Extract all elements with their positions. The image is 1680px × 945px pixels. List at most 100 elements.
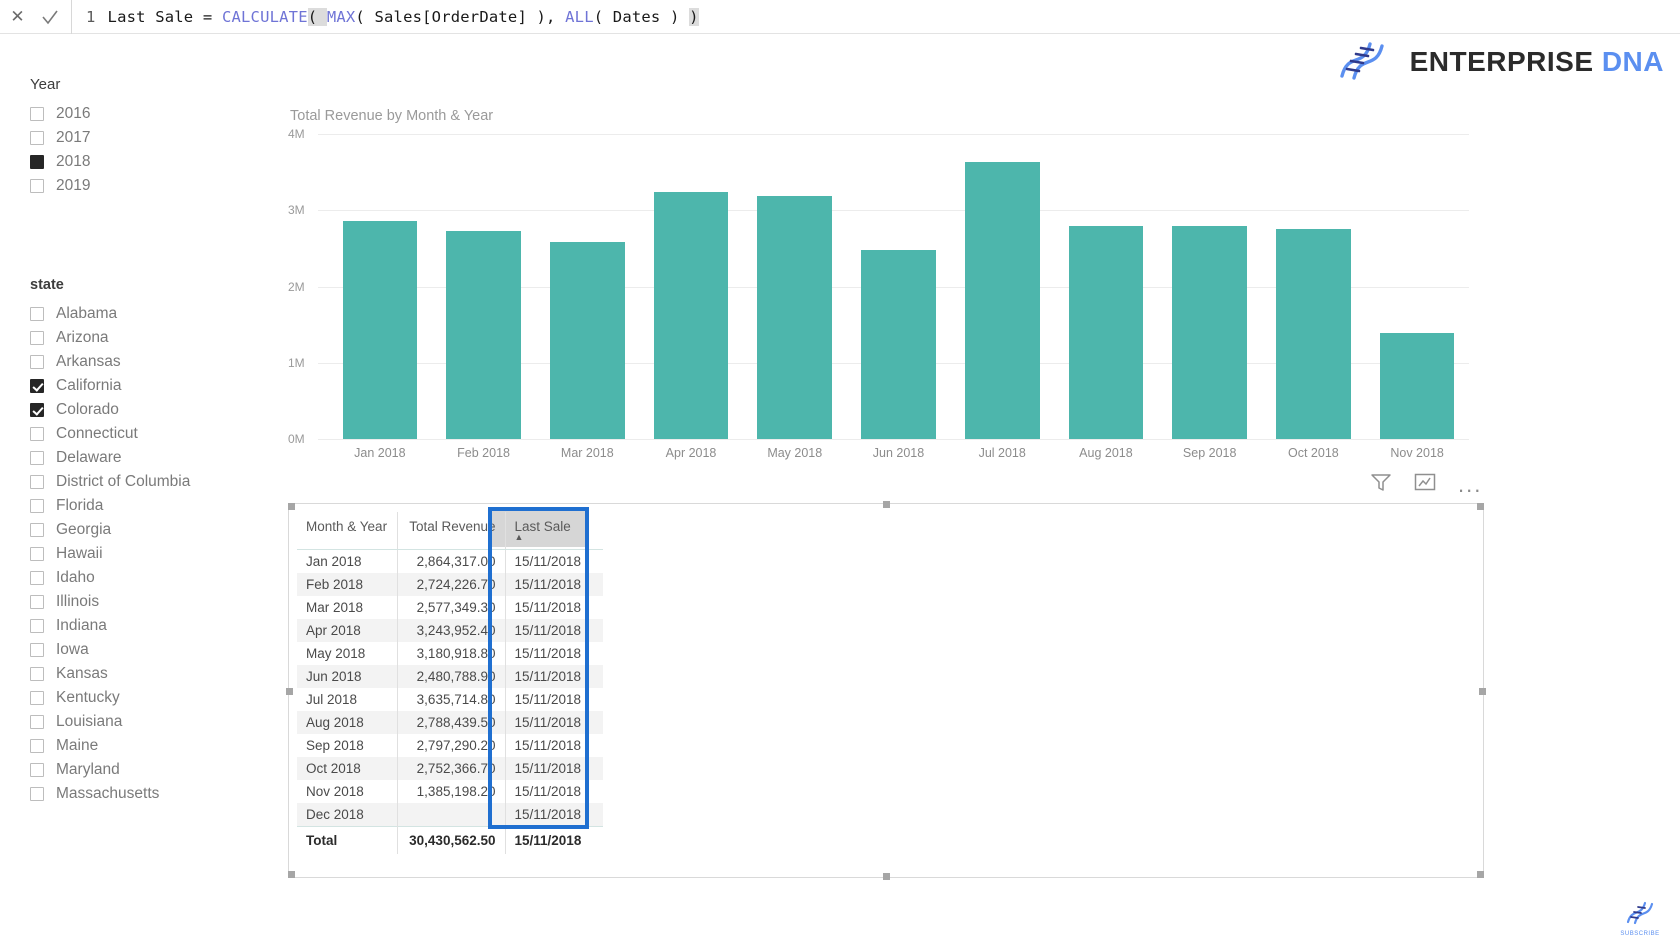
filter-icon[interactable] <box>1370 472 1392 497</box>
slicer-item-year-2018[interactable]: 2018 <box>30 150 260 174</box>
checkbox-icon[interactable] <box>30 427 44 441</box>
resize-handle-bottom-left[interactable] <box>288 871 295 878</box>
slicer-item-state-hawaii[interactable]: Hawaii <box>30 542 270 566</box>
checkbox-icon[interactable] <box>30 475 44 489</box>
checkbox-icon[interactable] <box>30 179 44 193</box>
more-options-button[interactable]: ... <box>1458 473 1482 495</box>
close-icon[interactable]: ✕ <box>10 8 24 25</box>
resize-handle-middle-right[interactable] <box>1479 687 1486 695</box>
slicer-item-state-iowa[interactable]: Iowa <box>30 638 270 662</box>
chart-bar[interactable] <box>549 134 625 439</box>
x-axis-tick-label: Jan 2018 <box>354 446 406 460</box>
table-row[interactable]: Apr 2018 3,243,952.40 15/11/2018 <box>297 619 603 642</box>
resize-handle-bottom-center[interactable] <box>883 873 890 880</box>
column-header-month-year[interactable]: Month & Year <box>297 512 397 550</box>
x-axis-tick-label: Mar 2018 <box>560 446 614 460</box>
slicer-item-state-idaho[interactable]: Idaho <box>30 566 270 590</box>
checkbox-icon[interactable] <box>30 499 44 513</box>
slicer-item-state-alabama[interactable]: Alabama <box>30 302 270 326</box>
slicer-item-year-2017[interactable]: 2017 <box>30 126 260 150</box>
slicer-item-state-illinois[interactable]: Illinois <box>30 590 270 614</box>
slicer-item-state-indiana[interactable]: Indiana <box>30 614 270 638</box>
slicer-item-state-florida[interactable]: Florida <box>30 494 270 518</box>
table-row[interactable]: Dec 2018 15/11/2018 <box>297 803 603 827</box>
table-row[interactable]: Jan 2018 2,864,317.00 15/11/2018 <box>297 549 603 573</box>
checkbox-icon[interactable] <box>30 155 44 169</box>
checkbox-icon[interactable] <box>30 643 44 657</box>
checkbox-icon[interactable] <box>30 595 44 609</box>
slicer-item-state-arizona[interactable]: Arizona <box>30 326 270 350</box>
chart-bar[interactable] <box>964 134 1040 439</box>
checkbox-icon[interactable] <box>30 667 44 681</box>
chart-bar[interactable] <box>342 134 418 439</box>
slicer-item-state-maryland[interactable]: Maryland <box>30 758 270 782</box>
table-row[interactable]: Sep 2018 2,797,290.20 15/11/2018 <box>297 734 603 757</box>
table-row[interactable]: Mar 2018 2,577,349.30 15/11/2018 <box>297 596 603 619</box>
chart-bar[interactable] <box>1172 134 1247 439</box>
slicer-item-state-massachusetts[interactable]: Massachusetts <box>30 782 270 806</box>
subscribe-badge[interactable]: SUBSCRIBE <box>1610 899 1670 937</box>
slicer-item-state-louisiana[interactable]: Louisiana <box>30 710 270 734</box>
checkbox-icon[interactable] <box>30 107 44 121</box>
table-row[interactable]: Aug 2018 2,788,439.50 15/11/2018 <box>297 711 603 734</box>
slicer-item-state-colorado[interactable]: Colorado <box>30 398 270 422</box>
checkmark-icon[interactable] <box>39 6 61 28</box>
focus-mode-icon[interactable] <box>1414 472 1436 497</box>
table-visual[interactable]: Month & Year Total Revenue Last Sale ▲ J… <box>286 501 1486 880</box>
chart-bar[interactable] <box>446 134 521 439</box>
table-row[interactable]: Oct 2018 2,752,366.70 15/11/2018 <box>297 757 603 780</box>
slicer-item-state-kentucky[interactable]: Kentucky <box>30 686 270 710</box>
checkbox-icon[interactable] <box>30 403 44 417</box>
checkbox-icon[interactable] <box>30 547 44 561</box>
slicer-item-state-arkansas[interactable]: Arkansas <box>30 350 270 374</box>
subscribe-label: SUBSCRIBE <box>1620 931 1660 937</box>
resize-handle-top-right[interactable] <box>1477 503 1484 510</box>
checkbox-icon[interactable] <box>30 763 44 777</box>
enterprise-dna-logo: ENTERPRISE DNA <box>1334 38 1664 85</box>
column-header-total-revenue[interactable]: Total Revenue <box>396 512 505 550</box>
chart-bar[interactable] <box>653 134 729 439</box>
column-chart-visual[interactable]: Total Revenue by Month & Year 4M 3M 2M 1M 0M… <box>282 102 1487 492</box>
resize-handle-top-center[interactable] <box>883 501 890 508</box>
resize-handle-middle-left[interactable] <box>286 687 293 695</box>
checkbox-icon[interactable] <box>30 331 44 345</box>
checkbox-icon[interactable] <box>30 307 44 321</box>
checkbox-icon[interactable] <box>30 739 44 753</box>
checkbox-icon[interactable] <box>30 571 44 585</box>
checkbox-icon[interactable] <box>30 131 44 145</box>
resize-handle-top-left[interactable] <box>288 503 295 510</box>
slicer-item-year-2016[interactable]: 2016 <box>30 102 260 126</box>
chart-bar[interactable] <box>861 134 936 439</box>
slicer-item-state-district-of-columbia[interactable]: District of Columbia <box>30 470 270 494</box>
checkbox-icon[interactable] <box>30 787 44 801</box>
slicer-item-state-kansas[interactable]: Kansas <box>30 662 270 686</box>
slicer-item-year-2019[interactable]: 2019 <box>30 174 260 198</box>
checkbox-icon[interactable] <box>30 691 44 705</box>
table-row[interactable]: Jun 2018 2,480,788.90 15/11/2018 <box>297 665 603 688</box>
resize-handle-bottom-right[interactable] <box>1477 871 1484 878</box>
checkbox-icon[interactable] <box>30 715 44 729</box>
slicer-year[interactable]: Year 2016 2017 2018 2019 <box>30 76 260 198</box>
table-row[interactable]: May 2018 3,180,918.80 15/11/2018 <box>297 642 603 665</box>
checkbox-icon[interactable] <box>30 355 44 369</box>
slicer-item-state-connecticut[interactable]: Connecticut <box>30 422 270 446</box>
slicer-item-state-california[interactable]: California <box>30 374 270 398</box>
checkbox-icon[interactable] <box>30 523 44 537</box>
cell-last-sale: 15/11/2018 <box>504 549 603 573</box>
checkbox-icon[interactable] <box>30 451 44 465</box>
column-header-last-sale[interactable]: Last Sale ▲ <box>504 512 603 550</box>
checkbox-icon[interactable] <box>30 379 44 393</box>
chart-bar[interactable] <box>1276 134 1351 439</box>
dax-formula-input[interactable]: 1 Last Sale = CALCULATE( MAX( Sales[Order… <box>72 0 1680 34</box>
chart-bar[interactable] <box>1379 134 1455 439</box>
slicer-item-state-georgia[interactable]: Georgia <box>30 518 270 542</box>
table-row[interactable]: Nov 2018 1,385,198.20 15/11/2018 <box>297 780 603 803</box>
table-row[interactable]: Jul 2018 3,635,714.80 15/11/2018 <box>297 688 603 711</box>
slicer-item-state-maine[interactable]: Maine <box>30 734 270 758</box>
slicer-state[interactable]: state Alabama Arizona Arkansas California Co… <box>30 277 270 806</box>
table-row[interactable]: Feb 2018 2,724,226.70 15/11/2018 <box>297 573 603 596</box>
chart-bar[interactable] <box>1068 134 1144 439</box>
checkbox-icon[interactable] <box>30 619 44 633</box>
slicer-item-state-delaware[interactable]: Delaware <box>30 446 270 470</box>
chart-bar[interactable] <box>757 134 833 439</box>
